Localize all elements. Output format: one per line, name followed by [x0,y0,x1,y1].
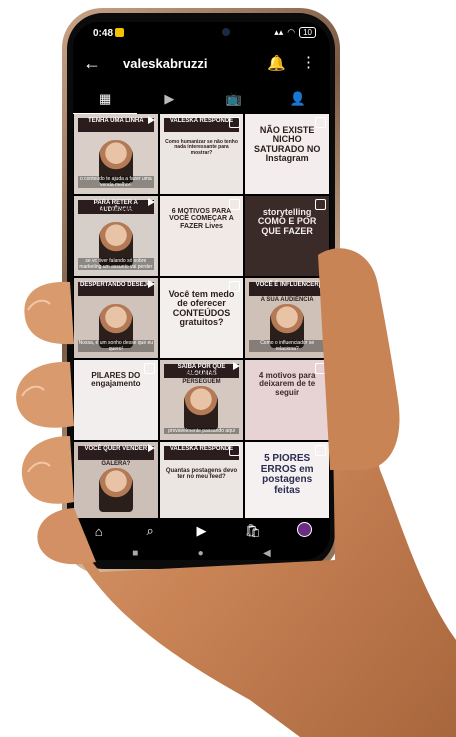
recents-button[interactable]: ■ [132,548,138,559]
carousel-icon [314,117,326,128]
post-banner: VALESKA RESPONDE [163,446,240,460]
post-tile[interactable]: VOCÊ QUER VENDER OU ENTRETER A GALERA? [74,442,158,518]
post-headline: storytelling COMO E POR QUE FAZER [257,207,317,236]
post-tile[interactable]: TENHA UMA LINHA ATRAVÉS DO CONTEÚDO o cont… [74,114,158,194]
carousel-icon [314,445,326,456]
bottom-navigation: ⌂ ⌕ ▶ 🛍 [73,520,330,542]
profile-tab[interactable] [279,522,330,540]
status-icons: ▴▴ ◠ 10 [274,27,316,38]
post-tile[interactable]: NÃO EXISTE NICHO SATURADO NO Instagram [245,114,329,194]
camera-icon [222,28,230,36]
tab-tagged[interactable]: 👤 [266,88,330,114]
post-tile[interactable]: PILARES DO engajamento [74,360,158,440]
profile-username: valeskabruzzi [123,56,208,71]
post-grid: TENHA UMA LINHA ATRAVÉS DO CONTEÚDO o cont… [74,114,329,518]
post-banner-subtitle: ATRAVÉS DE IMAGENS [82,290,150,296]
avatar [296,522,312,537]
home-icon[interactable]: ⌂ [73,524,124,539]
post-tile[interactable]: 4 motivos para deixarem de te seguir [245,360,329,440]
post-headline: Você tem medo de oferecer CONTEÚDOS grat… [168,289,235,328]
status-time: 0:48 [93,28,114,39]
profile-tabs: ▦ ▶ 📺 👤 [73,88,330,114]
post-tile[interactable]: VALESKA RESPONDE Quantas postagens devo t… [159,442,244,518]
post-headline: PILARES DO engajamento [91,371,141,389]
post-caption: Como o influenciador se relaciona? [249,340,325,352]
post-tile[interactable]: PARA RETER A AUDIÊNCIA TENHA LINEARIDADE s… [74,196,158,276]
signal-icon: ▴▴ [274,27,284,37]
post-caption: o conteúdo te ajuda a fazer uma venda me… [78,176,154,188]
carousel-icon [143,363,155,374]
carousel-icon [314,363,326,374]
wifi-icon: ◠ [287,27,296,37]
carousel-icon [229,445,241,456]
search-icon[interactable]: ⌕ [124,523,175,539]
back-button[interactable]: ◀ [263,548,271,559]
post-tile[interactable]: Você tem medo de oferecer CONTEÚDOS grat… [159,278,244,358]
tab-grid[interactable]: ▦ [73,88,138,114]
reel-play-icon [147,280,155,288]
battery-icon: 10 [299,27,316,38]
post-headline: 5 PIORES ERROS em postagens feitas [260,453,314,496]
post-headline: NÃO EXISTE NICHO SATURADO NO Instagram [253,125,321,164]
back-arrow-icon[interactable]: ← [83,54,101,72]
reel-play-icon [147,116,155,124]
post-photo [184,386,219,430]
post-banner-subtitle: OU ENTRETER A GALERA? [91,454,141,467]
post-caption: provavelmente passando aqui [163,428,240,434]
carousel-icon [229,199,241,210]
profile-header: ← valeskabruzzi 🔔 ⋮ [73,48,330,82]
post-banner-subtitle: TENHA LINEARIDADE [84,208,148,214]
post-tile[interactable]: VOCÊ É INFLUENCER RELACIONAMENTO COM A SU… [245,278,329,358]
post-headline: Quantas postagens devo ter no meu feed? [165,468,238,481]
post-banner: VALESKA RESPONDE [163,118,240,132]
tab-reels[interactable]: ▶ [137,88,201,114]
notification-icon [115,28,124,37]
post-headline: 4 motivos para deixarem de te seguir [258,371,316,397]
post-tile[interactable]: SAIBA POR QUE ALGUMAS PROPAGANDAS TE PERS… [159,360,244,440]
post-banner-subtitle: PROPAGANDAS TE PERSEGUEM [173,372,230,385]
post-banner-subtitle: RELACIONAMENTO COM A SUA AUDIÊNCIA [250,290,324,303]
reel-play-icon [233,362,241,370]
post-caption: Nossa, é um sonho desse que eu quero! [78,340,154,352]
carousel-icon [229,117,241,128]
post-caption: se vc tiver falando só sobre marketing u… [78,258,154,270]
post-tile[interactable]: VALESKA RESPONDE Como humanizar se não te… [159,114,244,194]
post-tile[interactable]: DESPERTANDO DESEJO ATRAVÉS DE IMAGENS Noss… [74,278,158,358]
post-photo [98,468,133,512]
post-headline: Como humanizar se não tenho nada interes… [165,139,238,156]
phone-screen: 0:48 ▴▴ ◠ 10 ← valeskabruzzi 🔔 ⋮ ▦ ▶ 📺 👤… [73,22,330,560]
post-tile[interactable]: 6 MOTIVOS PARA VOCÊ COMEÇAR A FAZER Live… [159,196,244,276]
reel-play-icon [147,198,155,206]
post-tile[interactable]: 5 PIORES ERROS em postagens feitas [245,442,329,518]
reels-icon[interactable]: ▶ [176,523,227,539]
system-navigation: ■ ● ◀ [73,546,330,560]
tab-igtv[interactable]: 📺 [202,88,266,114]
shop-icon[interactable]: 🛍 [227,523,278,539]
reel-play-icon [318,280,326,288]
post-headline: 6 MOTIVOS PARA VOCÊ COMEÇAR A FAZER Live… [169,208,234,230]
phone-notch [124,28,232,38]
carousel-icon [229,281,241,292]
bell-icon[interactable]: 🔔 [267,54,286,72]
post-banner-subtitle: ATRAVÉS DO CONTEÚDO [78,126,154,132]
more-options-icon[interactable]: ⋮ [301,53,316,71]
home-button[interactable]: ● [198,548,204,559]
reel-play-icon [147,444,155,452]
post-tile[interactable]: storytelling COMO E POR QUE FAZER [245,196,329,276]
carousel-icon [314,199,326,210]
